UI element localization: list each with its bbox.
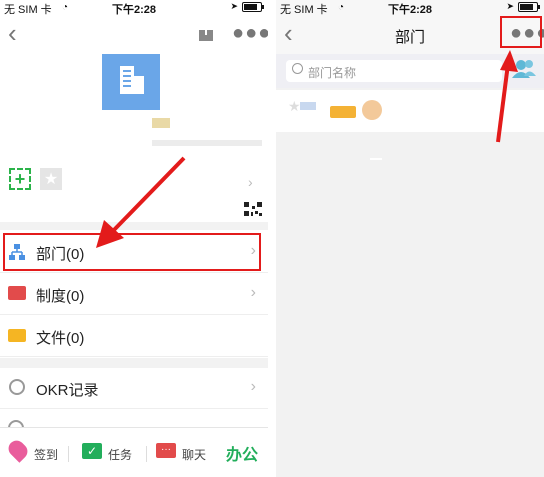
red-arrow-annotation <box>496 50 518 143</box>
red-arrow-annotation <box>96 156 186 248</box>
company-screen: 无 SIM 卡 ◔ 下午2:28 ➤ ‹ ●●● + ★ › 部门(0) › 制… <box>0 0 268 477</box>
department-screen: 无 SIM 卡 ◔ 下午2:28 ➤ ‹ 部门 ●●● 部门名称 ★ <box>276 0 544 477</box>
